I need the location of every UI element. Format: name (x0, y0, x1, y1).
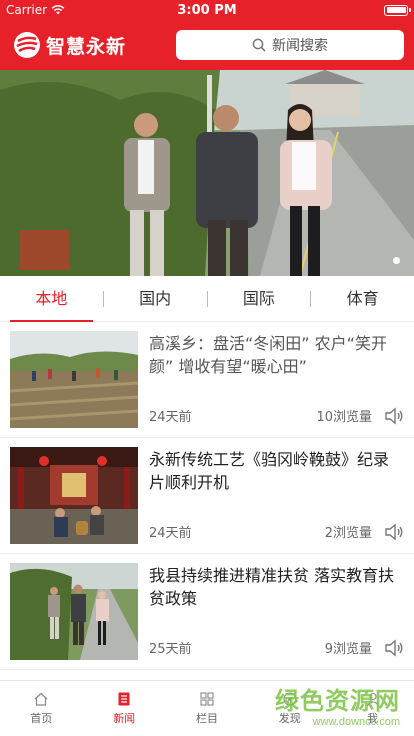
bottom-tab-bar: 首页 新闻 栏目 发现 我 (0, 680, 414, 736)
news-item[interactable]: 永新传统工艺《驺冈岭鞔鼓》纪录片顺利开机 24天前 2浏览量 (0, 438, 414, 554)
status-time: 3:00 PM (177, 3, 237, 18)
user-icon (366, 692, 379, 706)
carousel-indicator[interactable] (393, 257, 400, 264)
battery-icon (384, 4, 411, 16)
tab-domestic[interactable]: 国内 (104, 276, 207, 322)
app-logo: 智慧永新 (12, 30, 126, 60)
news-time: 24天前 (149, 526, 192, 541)
logo-icon (14, 32, 40, 58)
tabbar-label: 栏目 (195, 712, 218, 725)
search-icon (252, 38, 266, 52)
news-meta: 24天前 2浏览量 (149, 522, 404, 543)
search-placeholder: 新闻搜索 (272, 38, 328, 54)
news-body: 高溪乡：盘活“冬闲田” 农户“笑开颜” 增收有望“暖心田” 24天前 10浏览量 (149, 331, 404, 427)
tabbar-discover[interactable]: 发现 (248, 681, 331, 736)
news-thumbnail (10, 447, 138, 544)
tabbar-home[interactable]: 首页 (0, 681, 83, 736)
tabbar-label: 我 (367, 712, 379, 725)
status-bar: Carrier 3:00 PM (0, 0, 414, 20)
news-body: 永新传统工艺《驺冈岭鞔鼓》纪录片顺利开机 24天前 2浏览量 (149, 447, 404, 543)
category-tabs: 本地 国内 国际 体育 (0, 276, 414, 322)
search-input[interactable]: 新闻搜索 (176, 30, 404, 60)
news-body: 我县持续推进精准扶贫 落实教育扶贫政策 25天前 9浏览量 (149, 563, 404, 659)
banner-image (0, 70, 414, 276)
news-time: 24天前 (149, 410, 192, 425)
top-header: Carrier 3:00 PM 智慧永新 新闻搜索 (0, 0, 414, 70)
news-meta: 25天前 9浏览量 (149, 638, 404, 659)
discover-icon (283, 692, 297, 706)
news-thumbnail (10, 563, 138, 660)
banner-carousel[interactable] (0, 70, 414, 276)
tab-local[interactable]: 本地 (0, 276, 103, 322)
tabbar-label: 首页 (30, 712, 53, 725)
speaker-icon[interactable] (384, 523, 404, 541)
tabbar-label: 新闻 (113, 712, 136, 725)
grid-icon (200, 692, 214, 706)
app-title: 智慧永新 (46, 35, 127, 58)
news-thumbnail (10, 331, 138, 428)
news-time: 25天前 (149, 642, 192, 657)
app-bar: 智慧永新 新闻搜索 (0, 20, 414, 70)
news-icon (118, 692, 130, 706)
news-title: 我县持续推进精准扶贫 落实教育扶贫政策 (149, 566, 395, 608)
tabbar-news[interactable]: 新闻 (83, 681, 166, 736)
news-views: 2浏览量 (324, 526, 372, 541)
tabbar-label: 发现 (278, 712, 301, 725)
news-views: 10浏览量 (316, 410, 372, 425)
home-icon (34, 692, 48, 706)
news-item[interactable]: 高溪乡：盘活“冬闲田” 农户“笑开颜” 增收有望“暖心田” 24天前 10浏览量 (0, 322, 414, 438)
tab-international[interactable]: 国际 (208, 276, 311, 322)
news-meta: 24天前 10浏览量 (149, 406, 404, 427)
news-list: 高溪乡：盘活“冬闲田” 农户“笑开颜” 增收有望“暖心田” 24天前 10浏览量 (0, 322, 414, 670)
tabbar-columns[interactable]: 栏目 (166, 681, 249, 736)
news-item[interactable]: 我县持续推进精准扶贫 落实教育扶贫政策 25天前 9浏览量 (0, 554, 414, 670)
news-title: 高溪乡：盘活“冬闲田” 农户“笑开颜” 增收有望“暖心田” (149, 334, 387, 376)
news-title: 永新传统工艺《驺冈岭鞔鼓》纪录片顺利开机 (149, 450, 390, 492)
tab-sports[interactable]: 体育 (311, 276, 414, 322)
news-views: 9浏览量 (324, 642, 372, 657)
speaker-icon[interactable] (384, 639, 404, 657)
tabbar-me[interactable]: 我 (331, 681, 414, 736)
speaker-icon[interactable] (384, 407, 404, 425)
